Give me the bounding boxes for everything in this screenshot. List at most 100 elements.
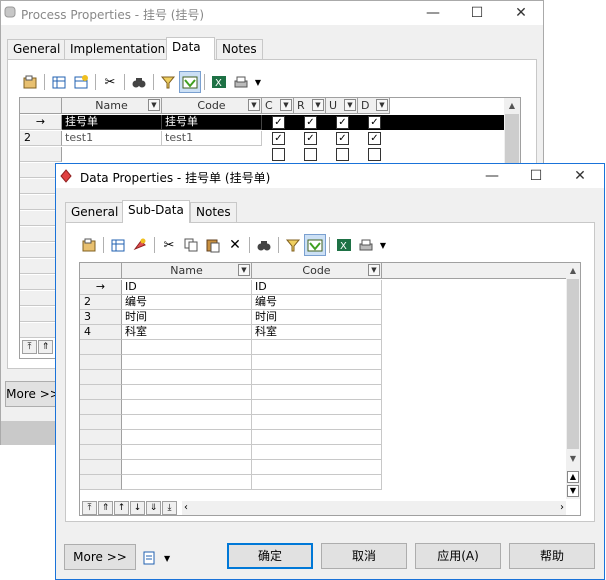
row-code-cell[interactable]: 挂号单 [162,115,262,130]
checkbox-d[interactable]: ✓ [368,132,381,145]
empty-cell[interactable] [252,430,382,445]
chevron-down-icon[interactable]: ▼ [280,99,292,111]
page-up-icon[interactable]: ⇑ [38,340,53,354]
close-button[interactable]: ✕ [558,164,602,188]
chevron-down-icon[interactable]: ▼ [148,99,160,111]
ok-button[interactable]: 确定 [227,543,313,569]
tab-general[interactable]: General [7,39,67,59]
checkbox-u[interactable]: ✓ [336,132,349,145]
customize-columns-icon[interactable] [304,234,326,256]
filter-icon[interactable] [282,234,304,256]
find-icon[interactable] [128,71,150,93]
next-row-icon[interactable]: ↓ [130,501,145,515]
scroll-right-icon[interactable]: › [560,501,564,515]
page-up-icon[interactable]: ⇑ [98,501,113,515]
row-code-cell[interactable]: 科室 [252,325,382,340]
empty-cell[interactable] [122,460,252,475]
previous-row-icon[interactable]: ↑ [114,501,129,515]
scroll-left-icon[interactable]: ‹ [184,501,188,515]
empty-cell[interactable] [122,340,252,355]
column-header-code[interactable]: Code ▼ [252,263,382,279]
row-header[interactable] [80,430,122,445]
row-name-cell[interactable]: 挂号单 [62,115,162,130]
chevron-down-icon[interactable]: ▼ [377,234,389,256]
minimize-button[interactable]: — [470,164,514,188]
help-button[interactable]: 帮助 [509,543,595,569]
scroll-thumb[interactable] [505,114,519,164]
chevron-down-icon[interactable]: ▼ [344,99,356,111]
object-options-button[interactable]: ▼ [142,548,176,568]
properties-icon[interactable] [78,234,100,256]
find-icon[interactable] [253,234,275,256]
minimize-button[interactable]: — [411,1,455,25]
horizontal-scrollbar[interactable]: ‹ › [182,501,566,515]
empty-cell[interactable] [252,460,382,475]
empty-cell[interactable] [122,475,252,490]
properties-icon[interactable] [19,71,41,93]
row-header[interactable] [80,445,122,460]
empty-cell[interactable] [252,355,382,370]
chevron-down-icon[interactable]: ▼ [252,71,264,93]
checkbox-c[interactable]: ✓ [272,132,285,145]
cut-icon[interactable]: ✂ [99,71,121,93]
scroll-down-icon[interactable]: ▼ [566,451,580,467]
last-row-icon[interactable]: ⤓ [162,501,177,515]
row-header[interactable] [80,385,122,400]
empty-cell[interactable] [122,430,252,445]
row-header[interactable] [80,400,122,415]
excel-icon[interactable]: X [208,71,230,93]
row-name-cell[interactable]: 编号 [122,295,252,310]
row-name-cell[interactable]: test1 [62,131,162,146]
empty-cell[interactable] [252,445,382,460]
row-header[interactable]: 2 [80,295,122,310]
empty-cell[interactable] [122,370,252,385]
row-header[interactable] [80,340,122,355]
sub-data-scrollbar[interactable]: ▲ ▼ ▲ ▼ [566,263,580,499]
row-header[interactable] [80,370,122,385]
row-header[interactable] [20,147,62,162]
empty-cell[interactable] [252,415,382,430]
empty-cell[interactable] [252,475,382,490]
column-header-r[interactable]: R ▼ [294,98,326,114]
column-header-c[interactable]: C ▼ [262,98,294,114]
process-properties-titlebar[interactable]: Process Properties - 挂号 (挂号) — ☐ ✕ [1,1,543,25]
empty-cell[interactable] [252,340,382,355]
checkbox-c[interactable] [272,148,285,161]
checkbox-d[interactable] [368,148,381,161]
apply-button[interactable]: 应用(A) [415,543,501,569]
checkbox-u[interactable]: ✓ [336,116,349,129]
row-code-cell[interactable]: 编号 [252,295,382,310]
row-code-cell[interactable]: 时间 [252,310,382,325]
row-header[interactable]: 3 [80,310,122,325]
row-header[interactable] [80,460,122,475]
excel-icon[interactable]: X [333,234,355,256]
chevron-down-icon[interactable]: ▼ [312,99,324,111]
tab-sub-data[interactable]: Sub-Data [122,200,190,223]
row-name-cell[interactable]: 科室 [122,325,252,340]
row-name-cell[interactable]: 时间 [122,310,252,325]
chevron-down-icon[interactable]: ▼ [368,264,380,276]
empty-cell[interactable] [252,385,382,400]
row-header[interactable]: 4 [80,325,122,340]
chevron-down-icon[interactable]: ▼ [238,264,250,276]
cut-icon[interactable]: ✂ [158,234,180,256]
tab-notes[interactable]: Notes [190,202,237,222]
checkbox-r[interactable]: ✓ [304,116,317,129]
scroll-thumb[interactable] [567,279,579,449]
close-button[interactable]: ✕ [499,1,543,25]
maximize-button[interactable]: ☐ [514,164,558,188]
empty-cell[interactable] [252,370,382,385]
empty-cell[interactable] [122,415,252,430]
tab-notes[interactable]: Notes [216,39,263,59]
scroll-up-icon[interactable]: ▲ [566,263,580,279]
empty-cell[interactable] [122,385,252,400]
print-icon[interactable] [355,234,377,256]
checkbox-r[interactable] [304,148,317,161]
checkbox-c[interactable]: ✓ [272,116,285,129]
last-page-icon[interactable]: ▼ [567,485,579,497]
delete-icon[interactable]: ✕ [224,234,246,256]
row-header[interactable]: 2 [20,131,62,146]
customize-columns-icon[interactable] [179,71,201,93]
row-name-cell[interactable]: ID [122,280,252,295]
chevron-down-icon[interactable]: ▼ [376,99,388,111]
